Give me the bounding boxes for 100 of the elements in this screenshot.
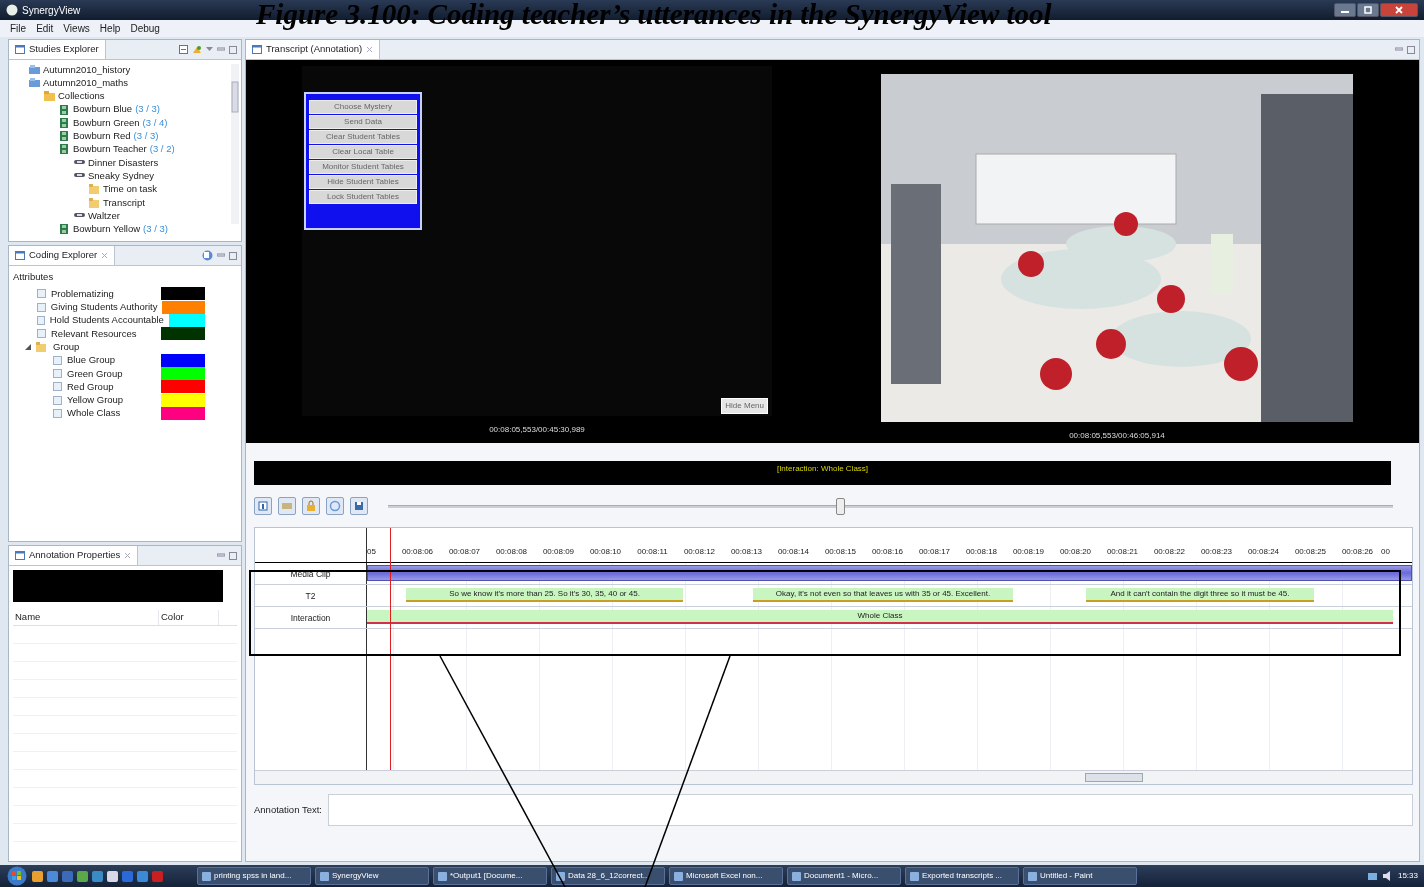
new-code-icon[interactable] [202,250,213,261]
tick-label: 00:08:17 [917,546,952,558]
column-header[interactable]: Color [159,610,219,625]
annotation-segment[interactable]: And it can't contain the digit three so it must be 45. [1086,588,1314,602]
close-icon[interactable] [124,552,132,559]
app-icon[interactable] [32,870,43,882]
tree-item[interactable]: Bowburn Red (3 / 3) [29,129,241,143]
expand-arrow-icon[interactable] [25,344,31,351]
scroll-thumb[interactable] [1085,773,1143,782]
task-label: Data 28_6_12correct... [568,870,650,882]
time-display: 00:08:05,553/00:46:05,914 [1069,430,1165,442]
menu-button[interactable]: Monitor Student Tables [309,160,417,174]
close-icon[interactable] [101,252,109,259]
taskbar-button[interactable]: printing spss in land... [197,867,311,885]
film-icon [59,144,70,155]
checkbox[interactable] [37,316,45,325]
task-label: SynergyView [332,870,379,882]
menu-button[interactable]: Hide Student Tables [309,175,417,189]
tree-item[interactable]: Autumn2010_history [29,63,241,77]
view-tab[interactable]: Studies Explorer [9,40,106,59]
code-label: Relevant Resources [51,326,137,341]
maximize-icon[interactable] [1407,45,1415,54]
annotation-text-field[interactable] [327,794,1413,826]
tick-label: 00:08:13 [729,546,764,558]
tree-item[interactable]: Dinner Disasters [29,156,241,170]
code-label: Green Group [67,366,123,381]
taskbar-button[interactable]: Microsoft Excel non... [669,867,783,885]
minimize-icon[interactable] [217,252,225,259]
collapse-icon[interactable] [179,45,188,54]
app-icon[interactable] [77,870,88,882]
preview-field[interactable] [13,570,223,602]
checkbox[interactable] [53,409,62,419]
taskbar-button[interactable]: Untitled - Paint [1023,867,1137,885]
view-icon [15,551,25,560]
tree-item[interactable]: Collections [29,89,241,103]
menu-item[interactable]: Views [63,21,90,36]
view-tab[interactable]: Annotation Properties [9,546,139,565]
tab-title: Annotation Properties [29,548,121,563]
slider-thumb[interactable] [836,497,846,515]
app-icon[interactable] [107,870,118,882]
toolbar-button[interactable] [326,497,344,515]
code-label: Giving Students Authority [50,300,158,315]
menu-item[interactable]: Help [99,21,121,36]
folder-icon [44,91,55,102]
taskbar-button[interactable]: SynergyView [315,867,429,885]
menu-button[interactable]: Clear Local Table [309,145,417,159]
tree-item[interactable]: Autumn2010_maths [29,76,241,90]
tree-item[interactable]: Transcript [29,195,241,210]
tree-item[interactable]: Sneaky Sydney [29,169,241,183]
tree-item[interactable]: Time on task [29,182,241,196]
close-icon[interactable] [366,46,374,53]
item-count: (3 / 3) [133,129,159,143]
start-button[interactable] [6,866,28,886]
taskbar-button[interactable]: *Output1 [Docume... [433,867,547,885]
toolbar-button[interactable] [350,497,368,515]
menu-button[interactable]: Send Data [309,115,417,129]
checkbox[interactable] [53,355,62,365]
tree-item[interactable]: Bowburn Yellow (3 / 3) [29,222,241,236]
tree-item[interactable]: Bowburn Blue (3 / 3) [29,102,241,117]
minimize-icon[interactable] [217,552,225,559]
minimize-button[interactable] [1334,3,1356,17]
restore-button[interactable] [1357,3,1379,17]
tick-label: 00:08:20 [1058,546,1093,558]
tick-label: 00:08:11 [636,546,669,558]
annotation-segment[interactable]: Whole Class [367,610,1393,624]
checkbox[interactable] [53,382,62,392]
checkbox[interactable] [37,302,46,312]
menu-item[interactable]: Debug [130,21,160,36]
checkbox[interactable] [53,369,62,379]
editor-tab[interactable]: Transcript (Annotation) [246,40,381,59]
item-count: (3 / 3) [135,102,160,117]
menu-button[interactable]: Lock Student Tables [309,190,417,204]
maximize-icon[interactable] [229,45,237,54]
tree-item[interactable]: Waltzer [29,209,241,223]
status-bar: [Interaction: Whole Class] [254,461,1391,485]
checkbox[interactable] [53,395,62,405]
tree-item[interactable]: Bowburn Green (3 / 4) [29,116,241,130]
annotation-segment[interactable]: Okay, it's not even so that leaves us with 35 or 45. Excellent. [753,588,1013,602]
maximize-icon[interactable] [229,251,237,260]
maximize-icon[interactable] [229,551,237,560]
menu-button[interactable]: Clear Student Tables [309,130,417,144]
minimize-icon[interactable] [217,46,225,53]
menu-button[interactable]: Choose Mystery [309,100,417,114]
taskbar-button[interactable]: Document1 - Micro... [787,867,901,885]
tree-item[interactable]: Bowburn Teacher (3 / 2) [29,142,241,157]
toolbar-button[interactable] [254,497,272,515]
view-tab[interactable]: Coding Explorer [9,246,116,265]
checkbox[interactable] [37,289,46,299]
taskbar-button[interactable]: Data 28_6_12correct... [551,867,665,885]
menu-item[interactable]: File [10,21,27,36]
taskbar-button[interactable]: Exported transcripts ... [905,867,1019,885]
menu-item[interactable]: Edit [36,21,54,36]
hide-menu-button[interactable]: Hide Menu [721,398,768,414]
annotation-segment[interactable]: So we know it's more than 25. So it's 30, 35, 40 or 45. [406,588,683,602]
checkbox[interactable] [37,329,46,339]
dropdown-icon[interactable] [206,47,213,52]
minimize-icon[interactable] [1395,46,1403,53]
column-header[interactable]: Name [13,610,159,625]
horizontal-scrollbar[interactable] [255,770,1412,784]
close-button[interactable] [1380,3,1418,17]
